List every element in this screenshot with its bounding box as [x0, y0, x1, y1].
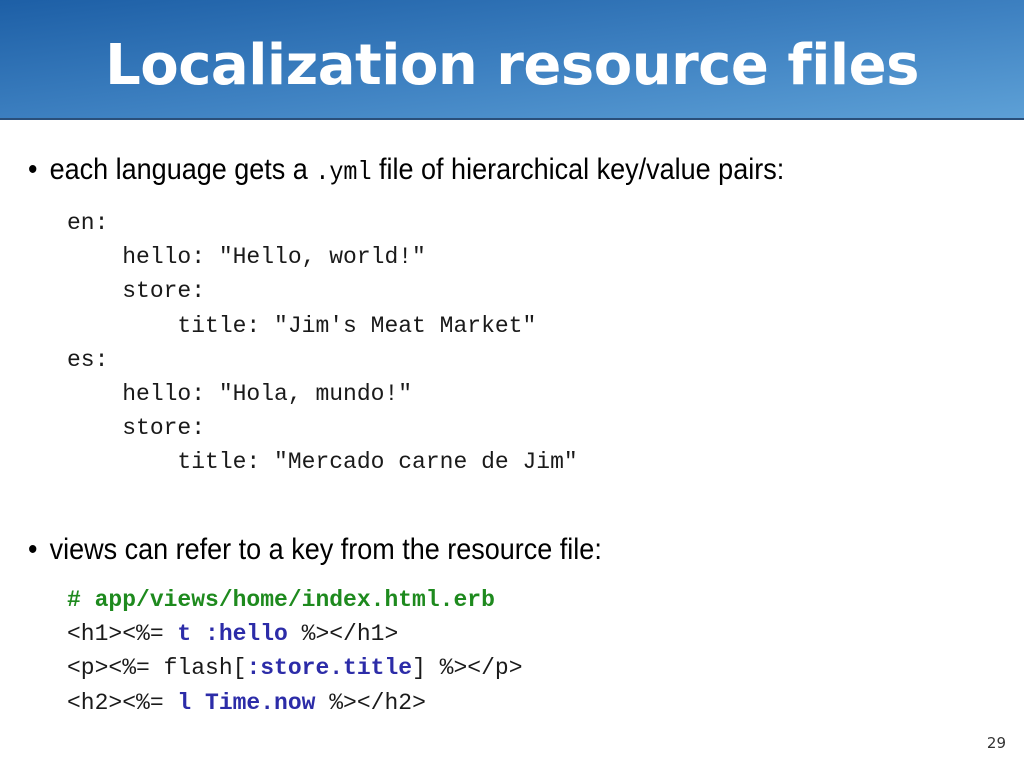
code-line: <h1><%= t :hello %></h1> [67, 617, 523, 651]
code-text: <h1><%= [67, 621, 178, 648]
slide: Localization resource files • each langua… [0, 0, 1024, 768]
code-line: <h2><%= l Time.now %></h2> [67, 686, 523, 720]
code-keyword: t :hello [177, 621, 288, 648]
code-text: <p><%= flash[ [67, 655, 247, 682]
title-bar: Localization resource files [0, 0, 1024, 120]
bullet-symbol: • [28, 533, 38, 566]
code-line: hello: "Hola, mundo!" [67, 380, 413, 407]
code-text: %></h1> [287, 621, 399, 648]
bullet-text-after: file of hierarchical key/value pairs: [379, 153, 785, 186]
code-text: <h2><%= [67, 689, 178, 716]
code-line: title: "Jim's Meat Market" [67, 312, 537, 339]
code-text: ] %></p> [412, 655, 523, 682]
code-text: %></h2> [315, 689, 426, 716]
code-line: title: "Mercado carne de Jim" [67, 449, 578, 476]
code-line: en: [67, 210, 109, 236]
erb-code-block: # app/views/home/index.html.erb <h1><%= t… [67, 583, 523, 720]
bullet-views-refer: • views can refer to a key from the resou… [28, 530, 602, 570]
bullet-text: views can refer to a key from the resour… [49, 533, 602, 566]
code-line: store: [67, 278, 206, 305]
bullet-yml-files: • each language gets a .yml file of hiera… [28, 150, 784, 192]
code-line: es: [67, 346, 109, 373]
bullet-inline-code: .yml [315, 157, 372, 187]
code-keyword: :store.title [246, 655, 413, 682]
code-line: hello: "Hello, world!" [67, 244, 426, 271]
code-line: <p><%= flash[:store.title] %></p> [67, 651, 523, 685]
slide-title: Localization resource files [105, 33, 919, 98]
code-comment: # app/views/home/index.html.erb [67, 587, 495, 613]
page-number: 29 [986, 734, 1006, 752]
yml-code-block: en: hello: "Hello, world!" store: title:… [67, 206, 578, 480]
code-keyword: l Time.now [177, 689, 316, 716]
code-line: store: [67, 415, 206, 442]
bullet-symbol: • [28, 153, 38, 186]
bullet-text-before: each language gets a [49, 153, 308, 186]
